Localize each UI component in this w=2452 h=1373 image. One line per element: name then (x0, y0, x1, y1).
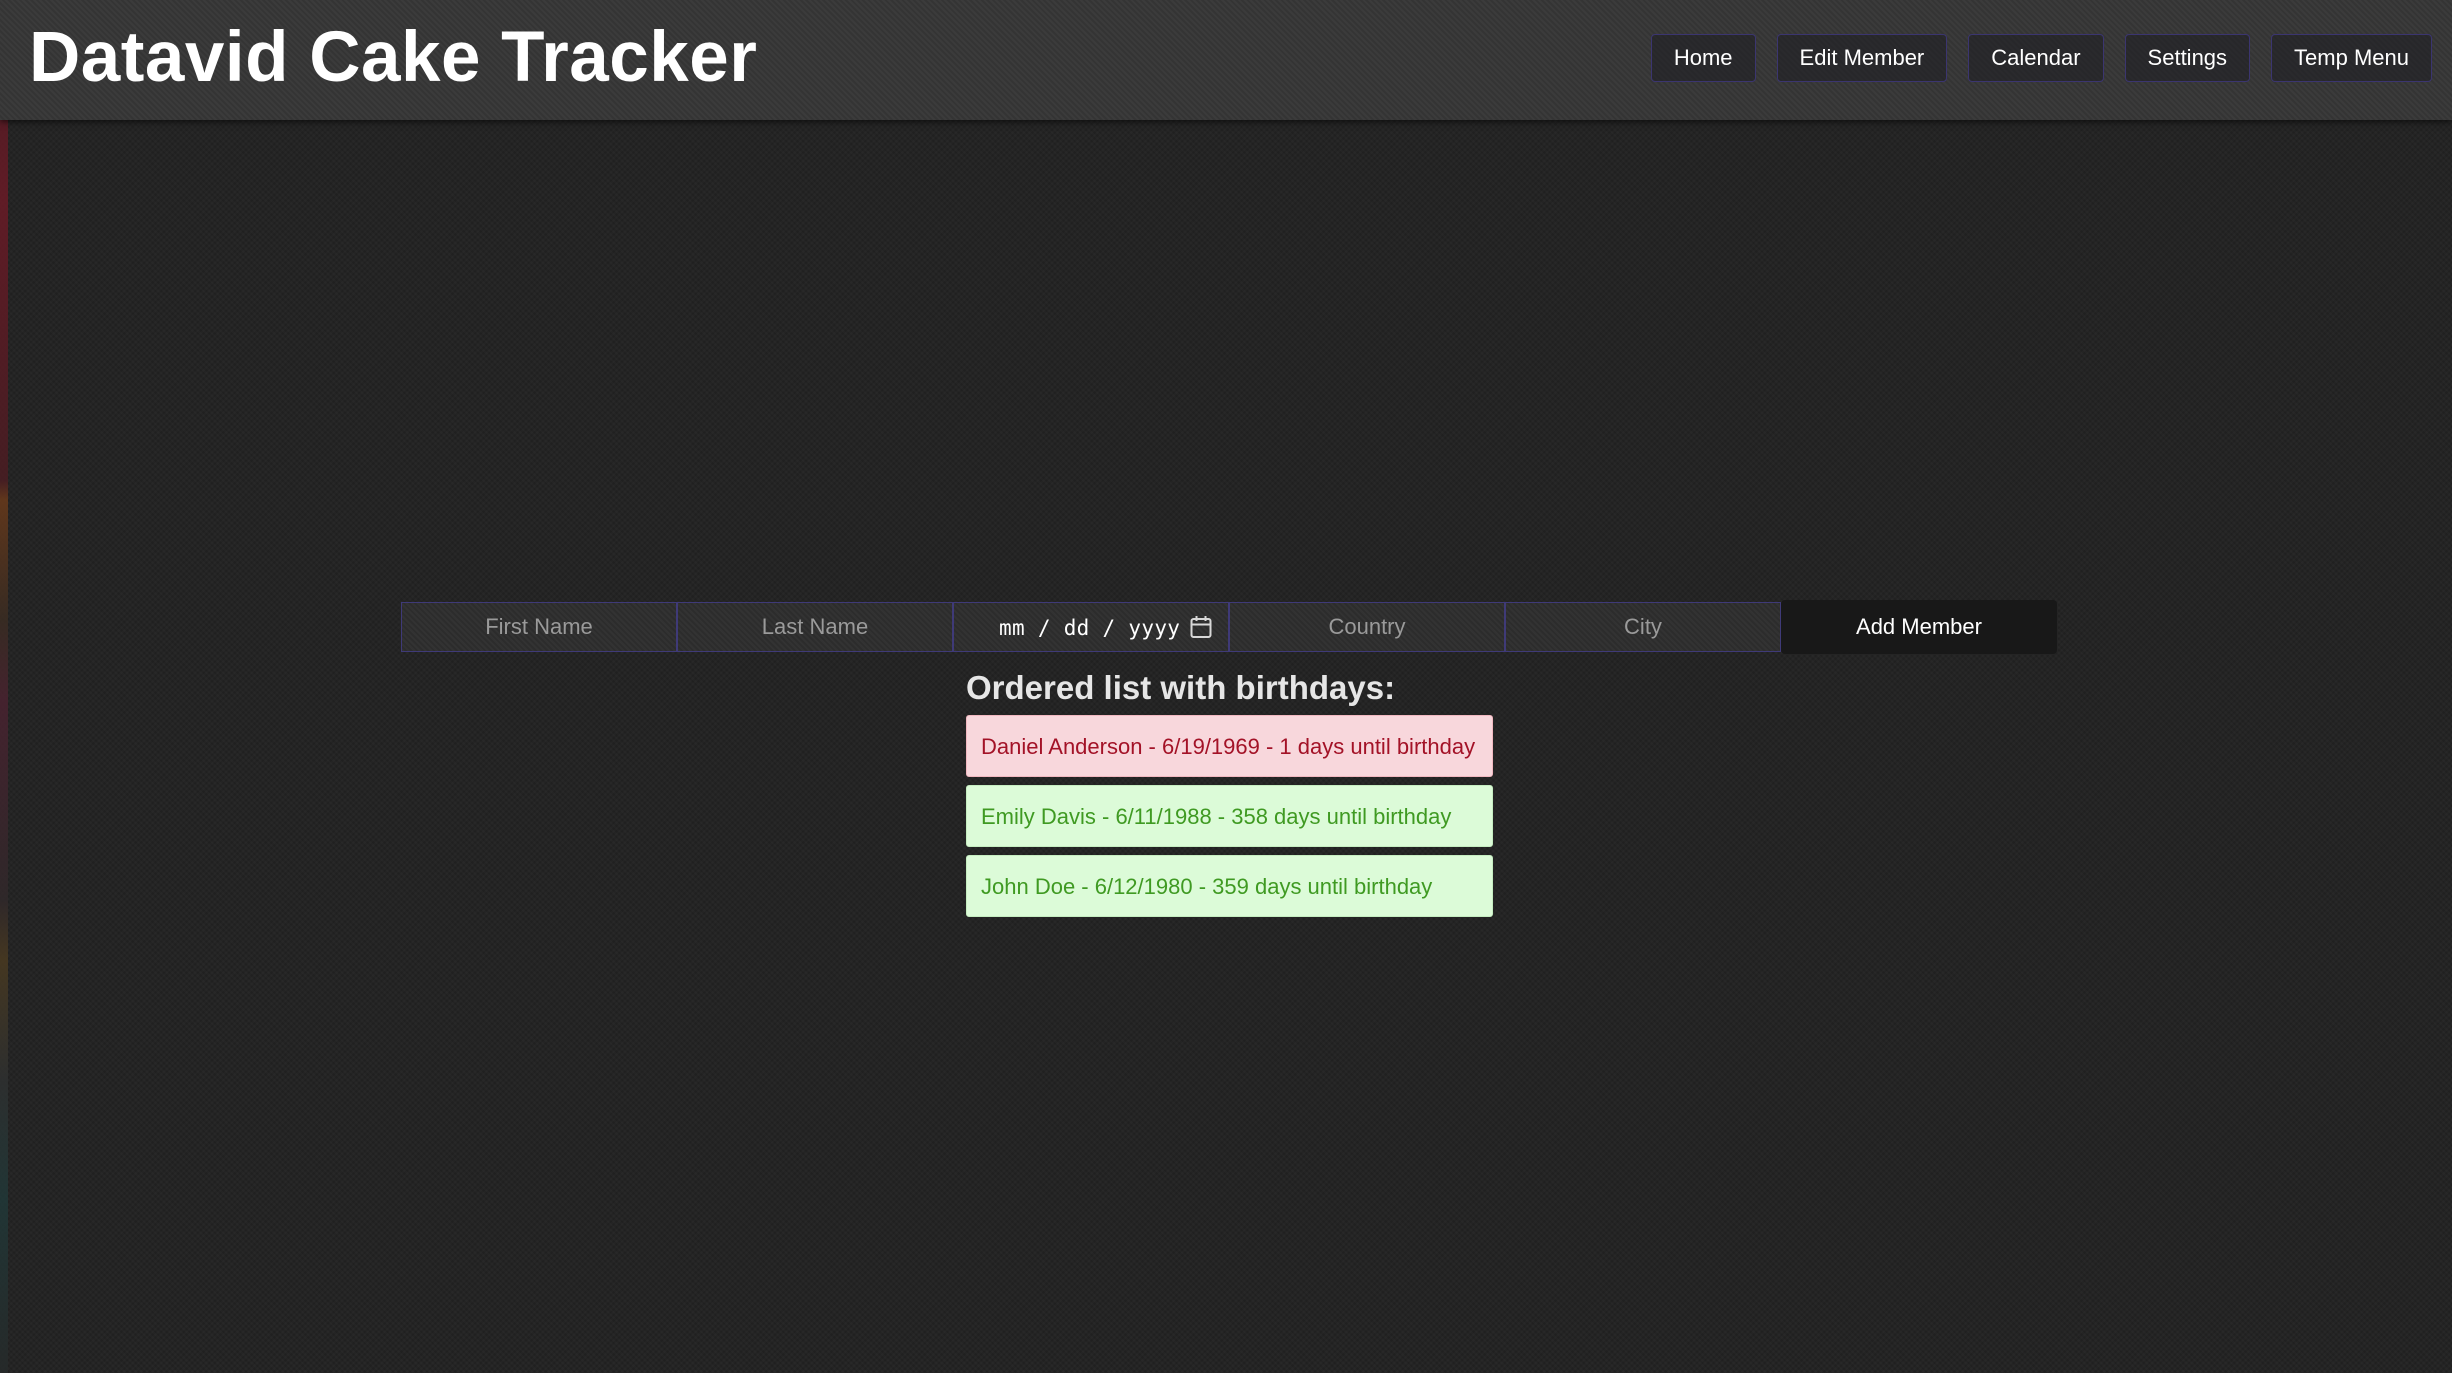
birthday-list-heading: Ordered list with birthdays: (966, 669, 1396, 706)
nav-settings-button[interactable]: Settings (2124, 34, 2251, 82)
birthday-list-item: Daniel Anderson - 6/19/1969 - 1 days unt… (966, 715, 1493, 777)
birthday-date-input[interactable]: mm / dd / yyyy (953, 602, 1229, 652)
top-header: Datavid Cake Tracker Home Edit Member Ca… (0, 0, 2452, 120)
add-member-button[interactable]: Add Member (1781, 600, 2057, 654)
birthday-list-item: John Doe - 6/12/1980 - 359 days until bi… (966, 855, 1493, 917)
calendar-icon[interactable] (1190, 615, 1212, 639)
country-input[interactable] (1229, 602, 1505, 652)
first-name-input[interactable] (401, 602, 677, 652)
app-title: Datavid Cake Tracker (29, 18, 758, 97)
left-edge-strip (0, 0, 8, 1373)
add-member-form: mm / dd / yyyy Add Member (401, 600, 2057, 654)
nav-edit-member-button[interactable]: Edit Member (1776, 34, 1948, 82)
nav-temp-menu-button[interactable]: Temp Menu (2271, 34, 2432, 82)
date-placeholder: mm / dd / yyyy (999, 616, 1181, 640)
nav-calendar-button[interactable]: Calendar (1968, 34, 2104, 82)
last-name-input[interactable] (677, 602, 953, 652)
city-input[interactable] (1505, 602, 1781, 652)
main-nav: Home Edit Member Calendar Settings Temp … (1650, 34, 2432, 82)
birthday-list: Daniel Anderson - 6/19/1969 - 1 days unt… (966, 715, 1493, 925)
nav-home-button[interactable]: Home (1650, 34, 1756, 82)
birthday-list-item: Emily Davis - 6/11/1988 - 358 days until… (966, 785, 1493, 847)
